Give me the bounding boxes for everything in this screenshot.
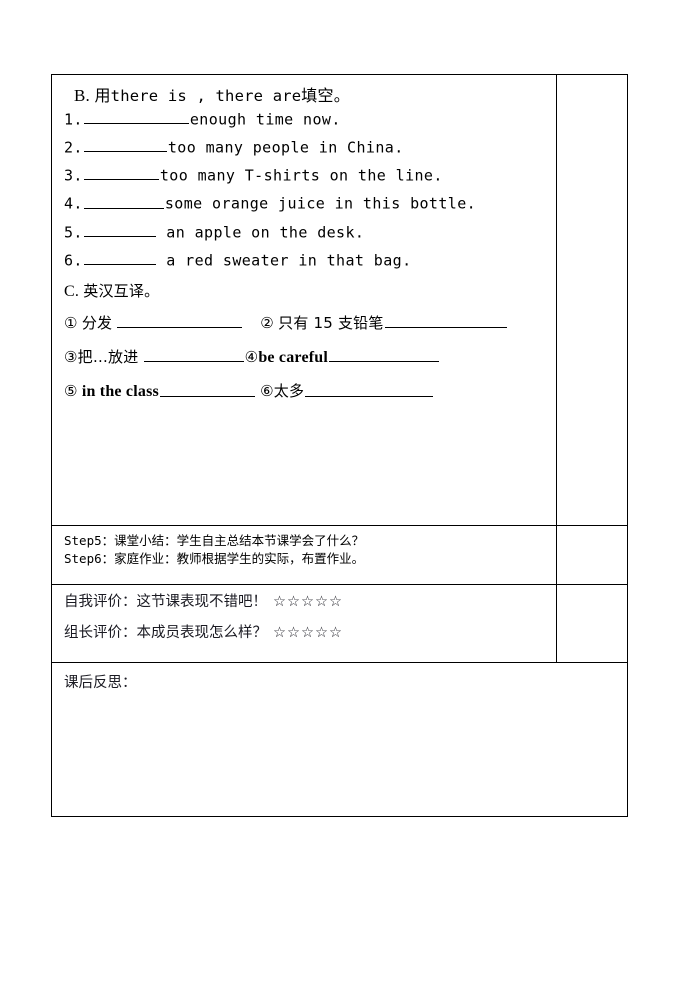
step5-line: Step5：课堂小结：学生自主总结本节课学会了什么？ — [64, 533, 365, 548]
steps-cell: Step5：课堂小结：学生自主总结本节课学会了什么？ Step6：家庭作业：教师… — [52, 526, 557, 584]
translate-marker-5: ⑤ — [64, 382, 78, 401]
section-b-heading-en: there is , there are — [110, 87, 302, 105]
section-b-heading-cjk-suffix: 填空。 — [301, 86, 350, 105]
fill-blank-item-2: 2. too many people in China. — [64, 137, 546, 155]
self-evaluation-stars[interactable]: ☆☆☆☆☆ — [273, 594, 343, 610]
evaluation-cell: 自我评价：这节课表现不错吧！ ☆☆☆☆☆ 组长评价：本成员表现怎么样？ ☆☆☆☆☆ — [52, 585, 557, 662]
item-text-5: an apple on the desk. — [156, 222, 365, 241]
translate-marker-6: ⑥ — [260, 382, 274, 401]
translate-marker-2: ② — [260, 314, 274, 333]
self-evaluation-line: 自我评价：这节课表现不错吧！ ☆☆☆☆☆ — [64, 595, 546, 610]
translate-blank-4[interactable] — [329, 346, 440, 363]
section-c-heading-cjk: 英汉互译。 — [83, 282, 160, 300]
steps-row: Step5：课堂小结：学生自主总结本节课学会了什么？ Step6：家庭作业：教师… — [52, 525, 627, 584]
fill-blank-item-3: 3. too many T-shirts on the line. — [64, 165, 546, 183]
exercises-cell: B. 用there is , there are填空。 1. enough tim… — [52, 75, 557, 525]
fill-blank-item-6: 6. a red sweater in that bag. — [64, 250, 546, 268]
translate-text-6: 太多 — [273, 382, 305, 401]
translate-text-1: 分发 — [81, 314, 113, 333]
item-text-3: too many T-shirts on the line. — [159, 166, 443, 185]
section-b-label: B. — [74, 86, 90, 105]
item-number-2: 2. — [64, 138, 83, 156]
item-number-1: 1. — [64, 109, 83, 128]
reflection-cell[interactable]: 课后反思： — [52, 663, 627, 815]
translate-text-4: be careful — [258, 349, 329, 367]
evaluation-side-cell — [557, 585, 627, 662]
fill-blank-item-4: 4. some orange juice in this bottle. — [64, 193, 546, 211]
reflection-label: 课后反思： — [64, 675, 137, 691]
self-evaluation-label: 自我评价：这节课表现不错吧！ — [64, 594, 267, 610]
fill-blank-item-1: 1. enough time now. — [64, 109, 546, 127]
exercises-row: B. 用there is , there are填空。 1. enough tim… — [52, 75, 627, 525]
translate-text-2: 只有 15 支铅笔 — [278, 314, 384, 333]
evaluation-row: 自我评价：这节课表现不错吧！ ☆☆☆☆☆ 组长评价：本成员表现怎么样？ ☆☆☆☆☆ — [52, 584, 627, 662]
blank-input-3[interactable] — [83, 165, 159, 181]
reflection-row: 课后反思： — [52, 662, 627, 815]
blank-input-5[interactable] — [83, 222, 156, 237]
translate-row-2: ③把…放进 ④be careful — [64, 346, 546, 366]
translate-blank-5[interactable] — [159, 380, 255, 397]
blank-input-1[interactable] — [83, 109, 189, 124]
translate-blank-6[interactable] — [305, 380, 434, 397]
blank-input-2[interactable] — [83, 137, 167, 152]
fill-blank-item-5: 5. an apple on the desk. — [64, 222, 546, 240]
steps-side-cell — [557, 526, 627, 584]
step6-line: Step6：家庭作业：教师根据学生的实际，布置作业。 — [64, 551, 365, 567]
section-c-label: C. — [64, 283, 80, 300]
item-text-6: a red sweater in that bag. — [156, 251, 412, 269]
item-number-3: 3. — [64, 166, 83, 185]
item-number-5: 5. — [64, 222, 83, 241]
item-text-4: some orange juice in this bottle. — [164, 194, 477, 213]
leader-evaluation-label: 组长评价：本成员表现怎么样？ — [64, 624, 267, 641]
section-c-heading: C. 英汉互译。 — [64, 284, 546, 300]
leader-evaluation-line: 组长评价：本成员表现怎么样？ ☆☆☆☆☆ — [64, 624, 546, 641]
translate-row-3: ⑤ in the class ⑥太多 — [64, 380, 546, 400]
section-b-heading-cjk-prefix: 用 — [94, 86, 111, 105]
translate-marker-1: ① — [64, 314, 78, 333]
exercises-side-cell — [557, 75, 627, 525]
translate-blank-2[interactable] — [384, 312, 507, 329]
translate-marker-4: ④ — [244, 348, 259, 367]
translate-text-5: in the class — [81, 383, 159, 401]
blank-input-6[interactable] — [83, 250, 156, 265]
item-text-2: too many people in China. — [167, 138, 404, 156]
item-text-1: enough time now. — [189, 109, 341, 128]
translate-row-1: ① 分发 ② 只有 15 支铅笔 — [64, 312, 546, 332]
item-number-4: 4. — [64, 194, 83, 213]
leader-evaluation-stars[interactable]: ☆☆☆☆☆ — [273, 625, 343, 641]
translate-marker-3: ③ — [64, 348, 78, 367]
item-number-6: 6. — [64, 251, 83, 269]
worksheet-table: B. 用there is , there are填空。 1. enough tim… — [51, 74, 628, 817]
blank-input-4[interactable] — [83, 193, 164, 209]
translate-blank-1[interactable] — [117, 312, 243, 329]
translate-blank-3[interactable] — [143, 346, 244, 363]
section-b-heading: B. 用there is , there are填空。 — [64, 87, 546, 105]
translate-text-3: 把…放进 — [77, 348, 139, 367]
